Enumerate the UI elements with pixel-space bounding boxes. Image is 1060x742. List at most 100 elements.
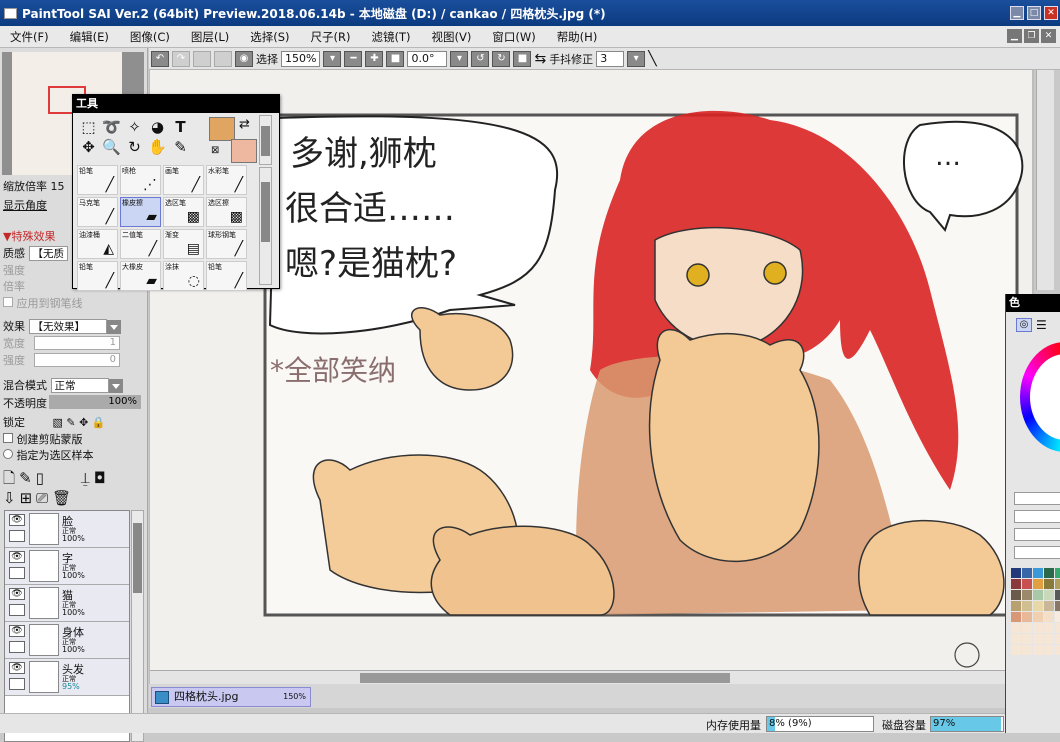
rotate-icon[interactable]: ↻ <box>123 137 146 157</box>
menu-edit[interactable]: 编辑(E) <box>70 29 109 45</box>
layer-mode-icon[interactable]: ◘ <box>94 469 110 487</box>
clipping-checkbox[interactable] <box>3 433 13 443</box>
minimize-button[interactable]: ▁ <box>1010 6 1024 20</box>
palette-swatch[interactable] <box>1033 579 1043 589</box>
brush-eraser[interactable]: 橡皮擦 ▰ <box>120 197 161 227</box>
menu-ruler[interactable]: 尺子(R) <box>311 29 351 45</box>
palette-swatch[interactable] <box>1011 623 1021 633</box>
rect-select-icon[interactable]: ⬚ <box>77 117 100 137</box>
undo-icon[interactable]: ↶ <box>151 50 169 67</box>
maximize-button[interactable]: □ <box>1027 6 1041 20</box>
color-slider-4[interactable] <box>1014 546 1060 559</box>
selection-source-radio[interactable] <box>3 449 13 459</box>
layer-select-checkbox[interactable] <box>9 678 25 690</box>
zoom-out-icon[interactable]: ━ <box>344 50 363 67</box>
palette-swatch[interactable] <box>1033 568 1043 578</box>
rotation-dropdown-icon[interactable]: ▾ <box>450 50 469 67</box>
rotate-reset-icon[interactable]: ■ <box>513 50 532 67</box>
palette-swatch[interactable] <box>1044 601 1054 611</box>
eye-icon[interactable]: 👁 <box>9 514 25 526</box>
palette-swatch[interactable] <box>1055 623 1060 633</box>
brush-bigeraser[interactable]: 大橡皮 ▰ <box>120 261 161 291</box>
layer-row[interactable]: 👁 字 正常 100% <box>5 548 129 585</box>
menu-select[interactable]: 选择(S) <box>250 29 289 45</box>
color-slider-1[interactable] <box>1014 492 1060 505</box>
transparent-color-icon[interactable]: ⊠ <box>211 145 219 156</box>
palette-swatch[interactable] <box>1055 579 1060 589</box>
palette-swatch[interactable] <box>1022 645 1032 655</box>
menu-layer[interactable]: 图层(L) <box>191 29 229 45</box>
deselect-icon[interactable] <box>193 50 211 67</box>
palette-swatch[interactable] <box>1033 590 1043 600</box>
brush-watercolor[interactable]: 水彩笔 ╱ <box>206 165 247 195</box>
palette-swatch[interactable] <box>1022 590 1032 600</box>
palette-swatch[interactable] <box>1044 590 1054 600</box>
layer-select-checkbox[interactable] <box>9 641 25 653</box>
hand-icon[interactable]: ✋ <box>146 137 169 157</box>
menu-image[interactable]: 图像(C) <box>130 29 170 45</box>
zoom-reset-icon[interactable]: ■ <box>386 50 405 67</box>
brush-pencil2[interactable]: 铅笔 ╱ <box>77 261 118 291</box>
palette-swatch[interactable] <box>1033 645 1043 655</box>
palette-swatch[interactable] <box>1011 601 1021 611</box>
shape-icon[interactable]: ◕ <box>146 117 169 137</box>
palette-swatch[interactable] <box>1022 579 1032 589</box>
rotation-field[interactable]: 0.0° <box>407 50 448 67</box>
magic-wand-icon[interactable]: ✧ <box>123 117 146 137</box>
palette-swatch[interactable] <box>1022 612 1032 622</box>
layer-row[interactable]: 👁 头发 正常 95% <box>5 659 129 696</box>
brush-blur[interactable]: 涂抹 ◌ <box>163 261 204 291</box>
tools-window-title[interactable]: 工具 <box>73 95 279 113</box>
apply-to-pen-checkbox[interactable] <box>3 297 13 307</box>
brush-selpen[interactable]: 选区笔 ▩ <box>163 197 204 227</box>
palette-swatch[interactable] <box>1055 601 1060 611</box>
move-icon[interactable]: ✥ <box>77 137 100 157</box>
menu-view[interactable]: 视图(V) <box>432 29 472 45</box>
zoom-in-icon[interactable]: ✚ <box>365 50 384 67</box>
palette-swatch[interactable] <box>1011 645 1021 655</box>
eye-icon[interactable]: 👁 <box>9 625 25 637</box>
stabilizer-dropdown-icon[interactable]: ▾ <box>627 50 646 67</box>
color-slider-3[interactable] <box>1014 528 1060 541</box>
new-layer-icon[interactable]: 🗋 <box>3 469 19 487</box>
primary-color-swatch[interactable] <box>209 117 235 141</box>
swap-colors-icon[interactable]: ⇄ <box>239 117 250 132</box>
palette-swatch[interactable] <box>1033 601 1043 611</box>
eye-icon[interactable]: 👁 <box>9 662 25 674</box>
lock-all-icon[interactable]: 🔒 <box>92 416 106 429</box>
lock-transparency-icon[interactable]: ▧ <box>53 416 63 429</box>
canvas-horizontal-scrollbar[interactable] <box>150 670 1035 684</box>
brush-airbrush[interactable]: 喷枪 ⋰ <box>120 165 161 195</box>
redo-icon[interactable]: ↷ <box>172 50 190 67</box>
palette-swatch[interactable] <box>1022 623 1032 633</box>
menu-file[interactable]: 文件(F) <box>10 29 49 45</box>
rotate-left-icon[interactable]: ↺ <box>471 50 490 67</box>
palette-swatch[interactable] <box>1011 579 1021 589</box>
color-slider-2[interactable] <box>1014 510 1060 523</box>
brush-ballpen[interactable]: 球形钢笔 ╱ <box>206 229 247 259</box>
artwork-canvas[interactable]: 多谢,狮枕 很合适…… 嗯?是猫枕? … *全部笑纳 <box>150 70 1032 670</box>
lasso-icon[interactable]: ➰ <box>100 117 123 137</box>
texture-select[interactable]: 【无质 <box>28 246 68 261</box>
zoom-icon[interactable]: 🔍 <box>100 137 123 157</box>
effect-dropdown-icon[interactable] <box>106 320 121 334</box>
layer-mask-icon[interactable]: ⍊ <box>81 469 94 487</box>
palette-swatch[interactable] <box>1033 612 1043 622</box>
menu-window[interactable]: 窗口(W) <box>492 29 535 45</box>
layer-select-checkbox[interactable] <box>9 567 25 579</box>
straight-line-icon[interactable]: ╲ <box>648 51 656 67</box>
palette-swatch[interactable] <box>1011 590 1021 600</box>
new-linework-layer-icon[interactable]: ✎ <box>19 469 36 487</box>
text-icon[interactable]: T <box>169 117 192 137</box>
layer-list-scrollbar[interactable] <box>131 510 144 742</box>
zoom-value[interactable]: 15 <box>51 180 65 193</box>
flip-icon[interactable]: ⇆ <box>534 51 546 67</box>
eyedropper-icon[interactable]: ✎ <box>169 137 192 157</box>
close-button[interactable]: ✕ <box>1044 6 1058 20</box>
doc-minimize-button[interactable]: ▁ <box>1007 29 1022 43</box>
layer-select-checkbox[interactable] <box>9 604 25 616</box>
palette-swatch[interactable] <box>1011 634 1021 644</box>
palette-swatch[interactable] <box>1011 568 1021 578</box>
brush-brush[interactable]: 画笔 ╱ <box>163 165 204 195</box>
eye-icon[interactable]: 👁 <box>9 588 25 600</box>
